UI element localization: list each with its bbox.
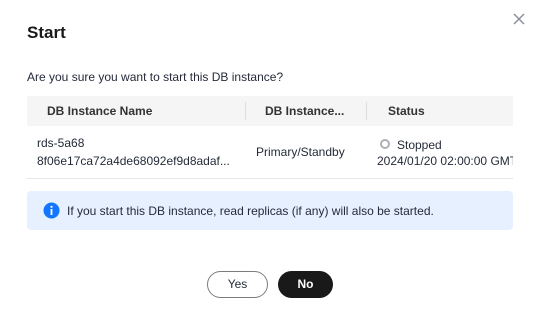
close-icon[interactable] xyxy=(510,10,528,28)
table-row: rds-5a68 8f06e17ca72a4de68092ef9d8adaf..… xyxy=(27,126,513,179)
column-header-instance-name[interactable]: DB Instance Name xyxy=(47,96,237,126)
status-time: 2024/01/20 02:00:00 GMT xyxy=(377,154,513,168)
info-icon xyxy=(43,202,60,219)
dialog-title: Start xyxy=(27,23,66,42)
column-header-instance-type[interactable]: DB Instance... xyxy=(265,96,355,126)
info-alert: If you start this DB instance, read repl… xyxy=(27,191,513,230)
no-button[interactable]: No xyxy=(278,271,333,298)
instance-table: DB Instance Name DB Instance... Status r… xyxy=(27,96,513,179)
start-dialog: Start Are you sure you want to start thi… xyxy=(0,0,541,323)
table-header: DB Instance Name DB Instance... Status xyxy=(27,96,513,126)
instance-type: Primary/Standby xyxy=(256,145,345,159)
column-header-status[interactable]: Status xyxy=(388,96,508,126)
yes-button[interactable]: Yes xyxy=(207,271,268,298)
info-message: If you start this DB instance, read repl… xyxy=(67,204,434,218)
status-label: Stopped xyxy=(397,138,442,152)
confirm-message: Are you sure you want to start this DB i… xyxy=(27,70,284,84)
instance-id: 8f06e17ca72a4de68092ef9d8adaf... xyxy=(37,154,230,168)
instance-name: rds-5a68 xyxy=(37,136,85,150)
column-divider[interactable] xyxy=(366,102,367,120)
column-divider[interactable] xyxy=(245,102,246,120)
stopped-status-icon xyxy=(380,139,390,149)
